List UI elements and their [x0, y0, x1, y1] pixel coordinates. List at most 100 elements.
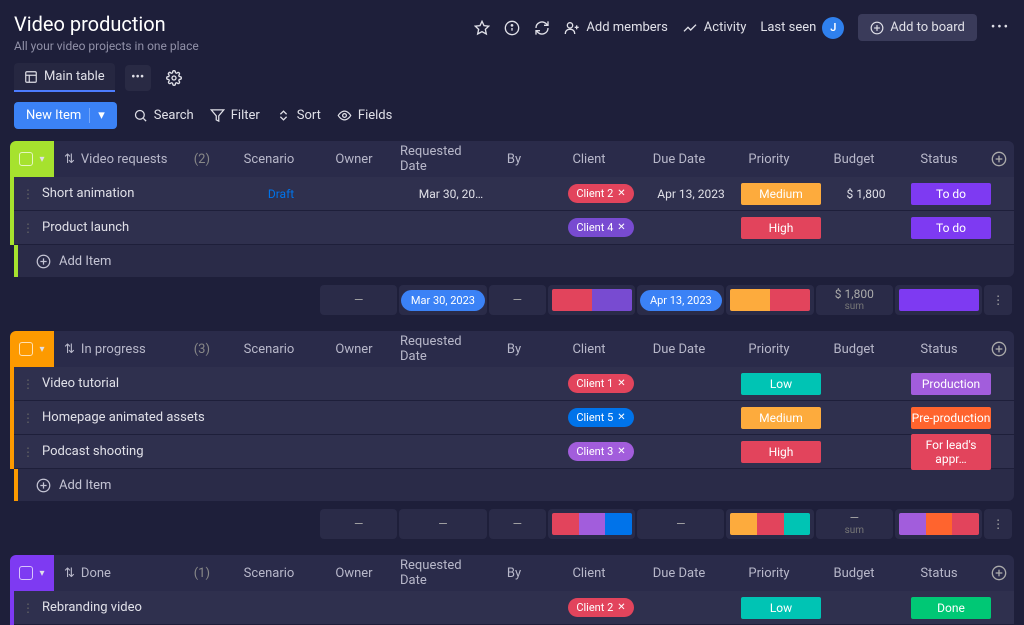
column-header-scenario[interactable]: Scenario [224, 342, 314, 357]
cell-priority[interactable]: Medium [736, 407, 826, 429]
column-header-by[interactable]: By [484, 152, 544, 167]
group-toggle[interactable]: ▾ [10, 555, 54, 591]
status-pill[interactable]: Pre-production [911, 407, 991, 429]
more-icon[interactable]: ••• [991, 20, 1010, 35]
filter-button[interactable]: Filter [210, 108, 260, 123]
activity-button[interactable]: Activity [682, 20, 747, 36]
client-chip[interactable]: Client 2✕ [568, 184, 633, 203]
drag-handle-icon[interactable]: ⋮ [22, 411, 34, 425]
checkbox[interactable] [19, 152, 33, 166]
cell-priority[interactable]: High [736, 441, 826, 463]
summary-more-icon[interactable]: ⋮ [984, 285, 1012, 315]
column-header-client[interactable]: Client [544, 152, 634, 167]
column-header-requested[interactable]: Requested Date [394, 558, 484, 588]
add-to-board-button[interactable]: Add to board [858, 14, 977, 41]
tab-main-table[interactable]: Main table [14, 63, 115, 92]
cell-priority[interactable]: Medium [736, 183, 826, 205]
add-column-icon[interactable] [984, 565, 1014, 581]
priority-pill[interactable]: Medium [741, 183, 821, 205]
add-members-button[interactable]: Add members [564, 20, 667, 36]
cell-due[interactable]: Apr 13, 2023 [646, 187, 736, 201]
status-pill[interactable]: To do [911, 183, 991, 205]
cell-status[interactable]: Production [906, 373, 996, 395]
close-icon[interactable]: ✕ [617, 412, 625, 423]
cell-client[interactable]: Client 5✕ [556, 408, 646, 427]
column-header-priority[interactable]: Priority [724, 152, 814, 167]
item-name[interactable]: Short animation [42, 186, 134, 201]
add-column-icon[interactable] [984, 341, 1014, 357]
table-row[interactable]: ⋮ Short animation Draft Mar 30, 20… Clie… [10, 177, 1014, 211]
column-header-by[interactable]: By [484, 566, 544, 581]
sort-button[interactable]: Sort [276, 108, 321, 123]
client-chip[interactable]: Client 5✕ [568, 408, 633, 427]
checkbox[interactable] [19, 342, 33, 356]
table-row[interactable]: ⋮ Podcast shooting Client 3✕ High For le… [10, 435, 1014, 469]
cell-client[interactable]: Client 4✕ [556, 218, 646, 237]
drag-handle-icon[interactable]: ⋮ [22, 377, 34, 391]
column-header-budget[interactable]: Budget [814, 566, 894, 581]
settings-icon[interactable] [161, 65, 187, 91]
tab-more-icon[interactable]: ••• [125, 65, 151, 91]
cell-client[interactable]: Client 2✕ [556, 184, 646, 203]
item-name[interactable]: Video tutorial [42, 376, 119, 391]
cell-status[interactable]: To do [906, 217, 996, 239]
column-header-name[interactable]: ⇅ Done (1) [54, 566, 224, 581]
table-row[interactable]: ⋮ Video tutorial Client 1✕ Low Productio… [10, 367, 1014, 401]
close-icon[interactable]: ✕ [617, 188, 625, 199]
cell-scenario[interactable]: Draft [236, 187, 326, 201]
close-icon[interactable]: ✕ [617, 602, 625, 613]
close-icon[interactable]: ✕ [617, 222, 625, 233]
cell-client[interactable]: Client 1✕ [556, 374, 646, 393]
column-header-due[interactable]: Due Date [634, 152, 724, 167]
column-header-due[interactable]: Due Date [634, 566, 724, 581]
cell-priority[interactable]: Low [736, 597, 826, 619]
chevron-down-icon[interactable]: ▾ [39, 154, 44, 165]
priority-pill[interactable]: High [741, 217, 821, 239]
integrate-icon[interactable] [534, 20, 550, 36]
column-header-client[interactable]: Client [544, 566, 634, 581]
checkbox[interactable] [19, 566, 33, 580]
column-header-status[interactable]: Status [894, 152, 984, 167]
column-header-scenario[interactable]: Scenario [224, 152, 314, 167]
client-chip[interactable]: Client 2✕ [568, 598, 633, 617]
column-header-by[interactable]: By [484, 342, 544, 357]
cell-client[interactable]: Client 2✕ [556, 598, 646, 617]
item-name[interactable]: Rebranding video [42, 600, 142, 615]
column-header-name[interactable]: ⇅ Video requests (2) [54, 152, 224, 167]
cell-budget[interactable]: $ 1,800 [826, 187, 906, 201]
info-icon[interactable] [504, 20, 520, 36]
column-header-budget[interactable]: Budget [814, 342, 894, 357]
cell-priority[interactable]: Low [736, 373, 826, 395]
drag-handle-icon[interactable]: ⋮ [22, 445, 34, 459]
column-header-owner[interactable]: Owner [314, 152, 394, 167]
column-header-priority[interactable]: Priority [724, 342, 814, 357]
table-row[interactable]: ⋮ Rebranding video Client 2✕ Low Done [10, 591, 1014, 625]
last-seen[interactable]: Last seen J [760, 17, 844, 39]
status-pill[interactable]: To do [911, 217, 991, 239]
close-icon[interactable]: ✕ [617, 378, 625, 389]
client-chip[interactable]: Client 1✕ [568, 374, 633, 393]
add-column-icon[interactable] [984, 151, 1014, 167]
group-toggle[interactable]: ▾ [10, 141, 54, 177]
column-header-scenario[interactable]: Scenario [224, 566, 314, 581]
drag-handle-icon[interactable]: ⋮ [22, 187, 34, 201]
priority-pill[interactable]: Medium [741, 407, 821, 429]
item-name[interactable]: Homepage animated assets [42, 410, 205, 425]
status-pill[interactable]: Production [911, 373, 991, 395]
column-header-priority[interactable]: Priority [724, 566, 814, 581]
column-header-requested[interactable]: Requested Date [394, 144, 484, 174]
avatar[interactable]: J [822, 17, 844, 39]
client-chip[interactable]: Client 3✕ [568, 442, 633, 461]
cell-priority[interactable]: High [736, 217, 826, 239]
column-header-requested[interactable]: Requested Date [394, 334, 484, 364]
status-pill[interactable]: For lead's appr… [911, 434, 991, 470]
item-name[interactable]: Product launch [42, 220, 129, 235]
column-header-client[interactable]: Client [544, 342, 634, 357]
fields-button[interactable]: Fields [337, 108, 392, 123]
priority-pill[interactable]: Low [741, 373, 821, 395]
cell-requested[interactable]: Mar 30, 20… [406, 187, 496, 201]
column-header-due[interactable]: Due Date [634, 342, 724, 357]
chevron-down-icon[interactable]: ▾ [39, 344, 44, 355]
client-chip[interactable]: Client 4✕ [568, 218, 633, 237]
status-pill[interactable]: Done [911, 597, 991, 619]
